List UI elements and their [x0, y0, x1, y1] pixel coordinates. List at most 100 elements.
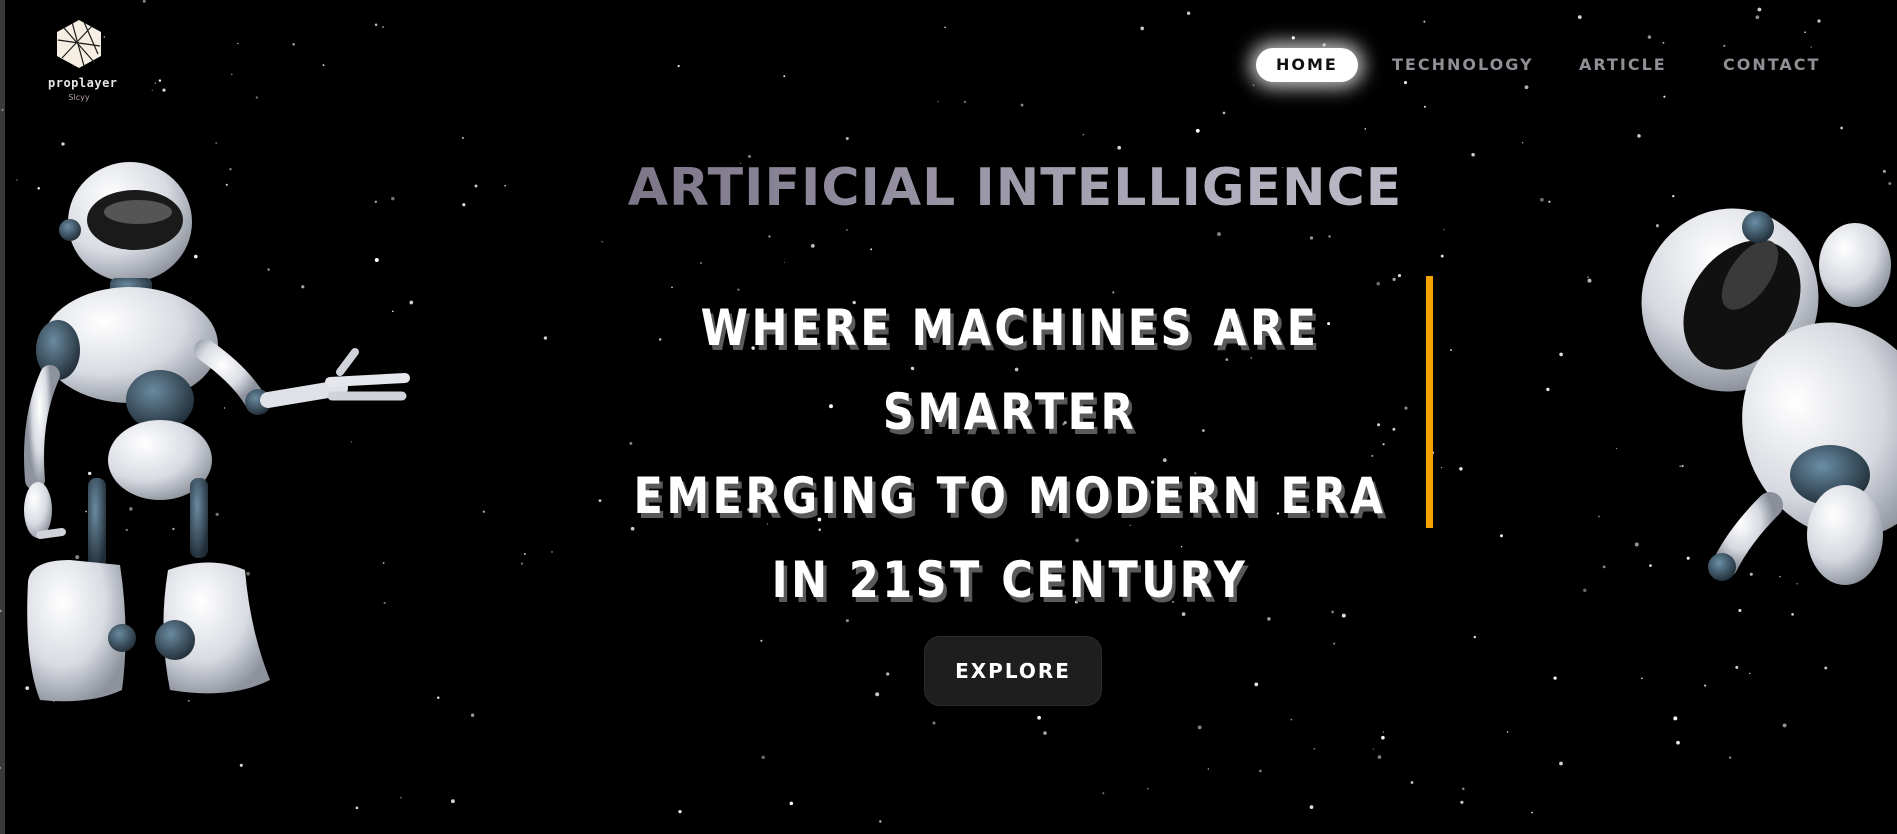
star: [374, 23, 378, 27]
star: [1531, 811, 1533, 814]
star: [1647, 35, 1652, 39]
star: [154, 82, 156, 84]
star: [1207, 768, 1209, 770]
star: [1195, 128, 1200, 133]
hero-typed-text: WHERE MACHINES ARE SMARTER EMERGING TO M…: [560, 286, 1460, 622]
star: [1757, 7, 1762, 12]
star: [1735, 665, 1739, 669]
nav-article[interactable]: ARTICLE: [1579, 48, 1667, 82]
star: [158, 79, 162, 82]
star: [761, 755, 765, 760]
star: [1524, 85, 1529, 90]
star: [0, 609, 2, 613]
star: [524, 553, 526, 555]
nav-contact[interactable]: CONTACT: [1723, 48, 1820, 82]
star: [932, 721, 936, 725]
star: [879, 820, 882, 823]
star: [461, 136, 465, 140]
star: [1291, 36, 1295, 40]
star: [1322, 43, 1326, 47]
star: [810, 243, 815, 248]
star: [1587, 278, 1592, 283]
star: [1616, 447, 1618, 450]
star: [292, 43, 295, 46]
star: [601, 241, 603, 243]
star: [451, 799, 455, 804]
star: [1377, 755, 1382, 759]
star: [944, 26, 946, 29]
star: [1, 108, 4, 112]
star: [1546, 387, 1550, 392]
star: [1598, 515, 1600, 518]
star: [322, 64, 325, 67]
star: [1382, 731, 1385, 733]
star: [0, 766, 2, 769]
star: [1663, 95, 1666, 98]
star: [1381, 735, 1385, 740]
star: [1676, 740, 1680, 745]
star: [1333, 642, 1336, 645]
star: [1704, 684, 1707, 687]
star: [1117, 145, 1122, 150]
hero-line-2: EMERGING TO MODERN ERA: [633, 467, 1387, 525]
star: [551, 551, 553, 553]
star: [1749, 672, 1751, 675]
star: [239, 763, 243, 767]
star: [1640, 677, 1643, 680]
robot-illustration-right: [1641, 208, 1897, 585]
star: [886, 672, 890, 676]
star: [760, 639, 763, 642]
star: [1423, 20, 1426, 23]
star: [400, 796, 402, 799]
star: [1804, 31, 1806, 33]
star: [255, 96, 259, 99]
star: [1473, 635, 1477, 639]
star: [1197, 725, 1202, 730]
star: [1376, 281, 1380, 286]
star: [1392, 277, 1396, 282]
star: [61, 142, 65, 146]
brand-name: proplayer: [48, 76, 118, 90]
hexagon-lines-icon: [57, 20, 101, 68]
nav-technology[interactable]: TECHNOLOGY: [1392, 48, 1534, 82]
star: [151, 89, 154, 92]
star: [1462, 787, 1465, 791]
star: [1583, 588, 1587, 593]
star: [1102, 792, 1105, 795]
star: [437, 696, 440, 699]
star: [142, 0, 146, 3]
star: [1840, 126, 1843, 130]
star: [1723, 44, 1726, 47]
brand-logo[interactable]: proplayer Slcyy: [48, 18, 118, 102]
star: [1460, 800, 1464, 804]
star: [1372, 748, 1375, 750]
star: [677, 65, 680, 68]
star: [1499, 534, 1504, 538]
star: [1313, 747, 1316, 750]
star: [1559, 761, 1563, 766]
star: [1728, 756, 1732, 759]
star: [1782, 723, 1787, 728]
star: [1423, 105, 1426, 108]
star: [783, 261, 785, 263]
star: [1522, 142, 1524, 144]
star: [1222, 111, 1226, 115]
nav-home[interactable]: HOME: [1256, 48, 1358, 82]
star: [1440, 254, 1444, 258]
star: [237, 42, 239, 45]
typing-caret: [1426, 276, 1433, 528]
star: [964, 101, 966, 103]
star: [482, 510, 485, 513]
explore-button[interactable]: EXPLORE: [924, 636, 1102, 706]
star: [470, 713, 475, 717]
star: [1637, 134, 1641, 138]
star: [1410, 781, 1414, 784]
star: [789, 801, 794, 806]
star: [1020, 103, 1024, 107]
star: [520, 562, 524, 565]
star: [1577, 15, 1582, 19]
star: [1043, 731, 1047, 735]
star: [1397, 274, 1402, 278]
star: [699, 261, 703, 265]
star: [845, 136, 849, 141]
